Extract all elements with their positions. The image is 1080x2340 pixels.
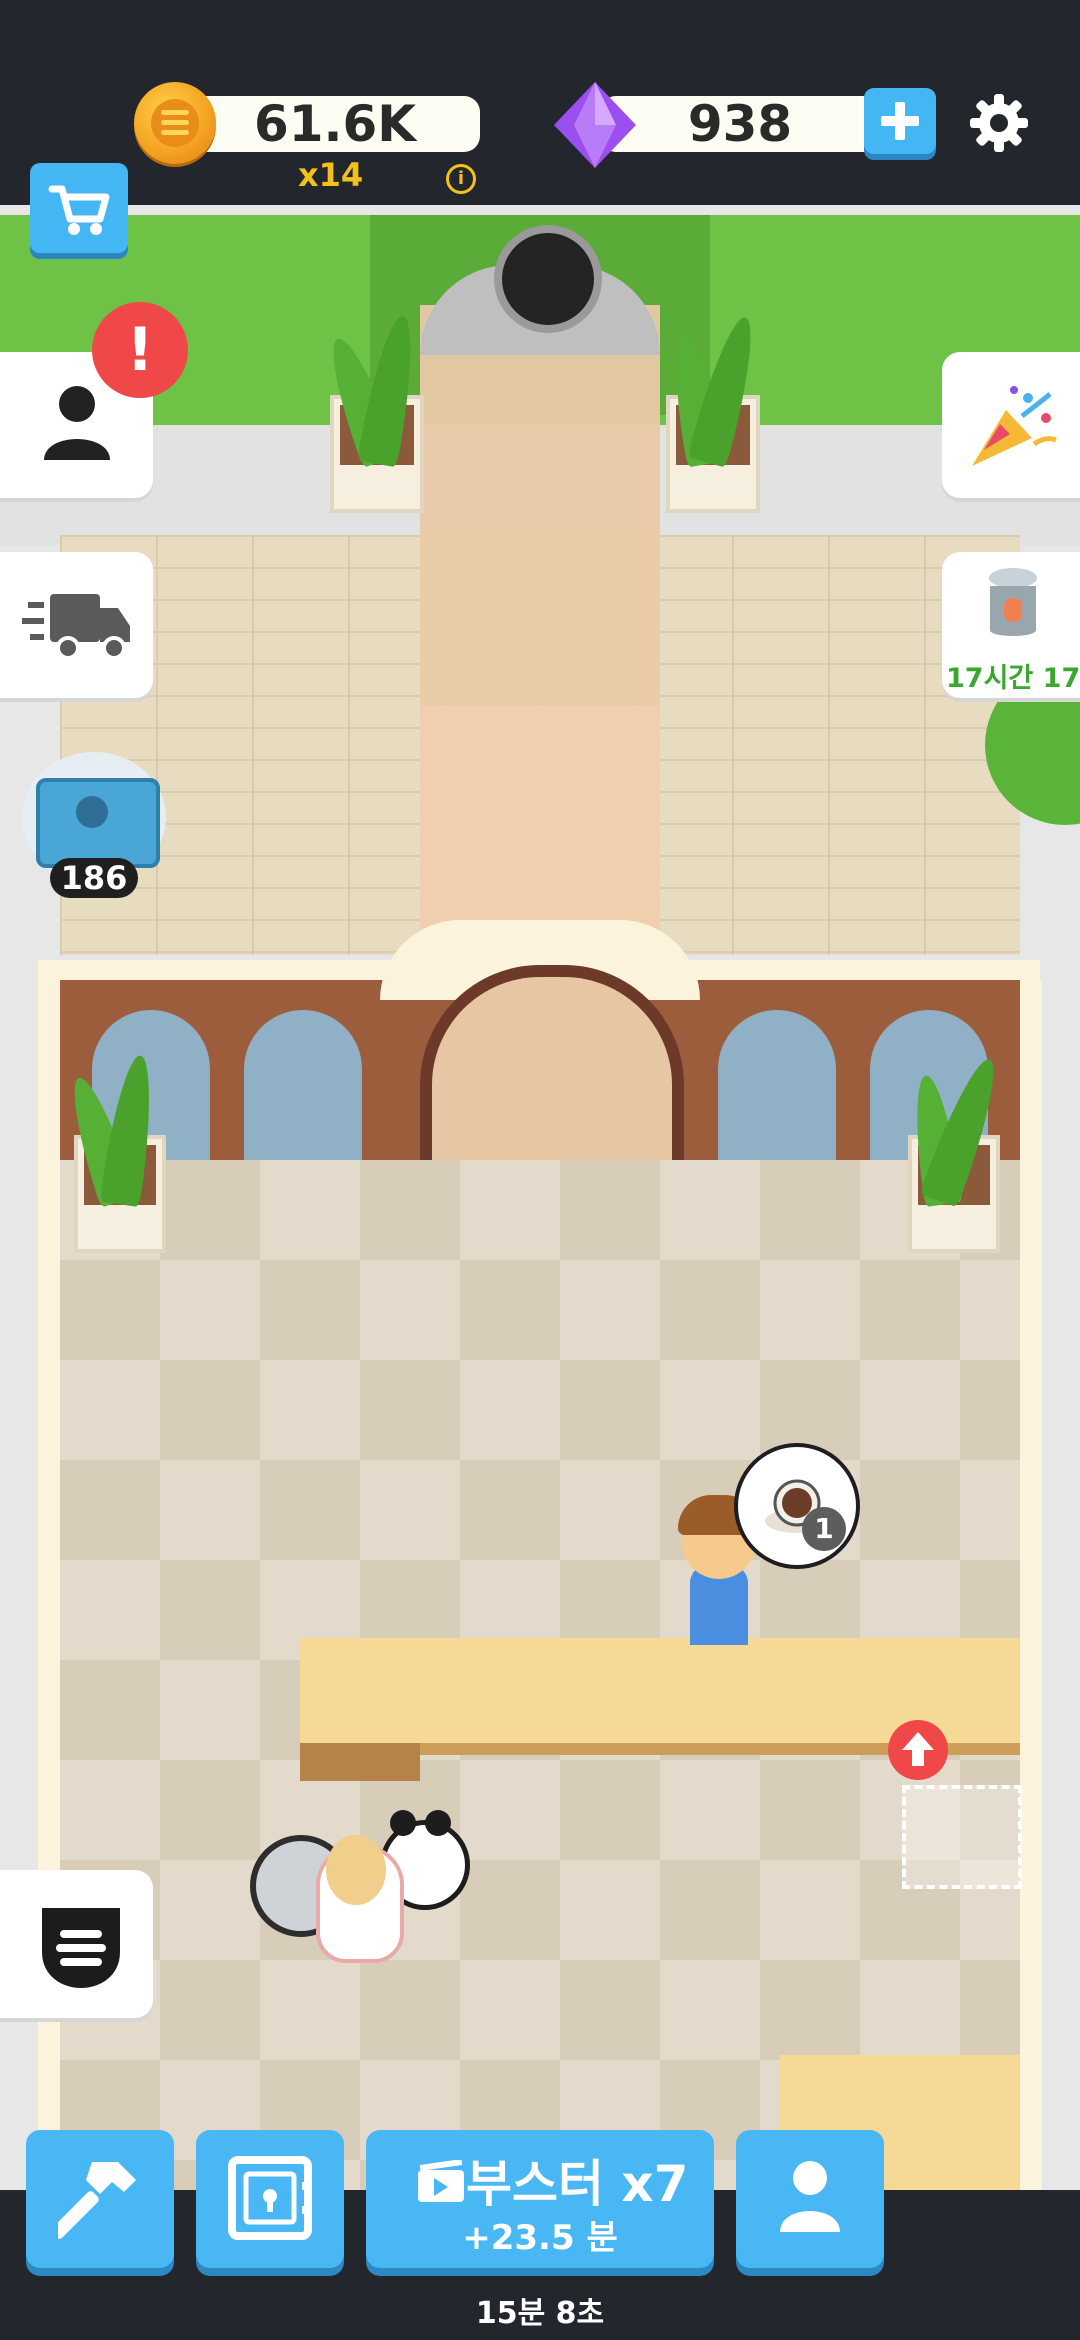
alert-badge[interactable]: ! <box>92 302 188 398</box>
window <box>244 1010 362 1160</box>
bonus-timer: 17시간 17분 <box>946 663 1080 694</box>
plus-icon <box>881 102 919 140</box>
gem-amount: 938 <box>687 95 793 153</box>
coin-amount: 61.6K <box>253 95 417 153</box>
order-count: 1 <box>802 1507 846 1551</box>
hammer-icon <box>58 2162 136 2239</box>
build-button[interactable] <box>26 2130 174 2268</box>
gem-counter[interactable]: 938 <box>600 96 880 152</box>
delivery-button[interactable] <box>0 552 153 698</box>
upgrade-slot[interactable] <box>902 1785 1022 1889</box>
event-button[interactable] <box>942 352 1080 498</box>
party-popper-icon <box>972 386 1057 466</box>
video-icon <box>418 2160 464 2202</box>
window <box>718 1010 836 1160</box>
top-bar: 61.6K x14 i 938 <box>0 0 1080 205</box>
toolbox-icon <box>36 778 160 868</box>
gem-icon <box>554 82 636 168</box>
cart-icon <box>48 185 110 235</box>
shop-button[interactable] <box>30 163 128 253</box>
booster-duration: +23.5 분 <box>462 2218 618 2258</box>
coin-counter[interactable]: 61.6K <box>190 96 480 152</box>
person-icon <box>780 2161 840 2232</box>
safe-icon <box>228 2156 312 2240</box>
chest-button[interactable]: 186 <box>22 752 166 898</box>
coin-multiplier: x14 <box>298 156 364 194</box>
staff-button[interactable] <box>736 2130 884 2268</box>
person-icon <box>44 386 110 460</box>
vault-button[interactable] <box>196 2130 344 2268</box>
booster-button[interactable]: 부스터 x7 +23.5 분 <box>366 2130 714 2268</box>
order-bubble[interactable]: 1 <box>734 1443 860 1569</box>
upgrade-arrow-icon[interactable] <box>888 1720 948 1780</box>
coin-stack-icon <box>42 1908 120 1988</box>
game-scene[interactable]: 1 <box>0 205 1080 2190</box>
coin-stack-button[interactable] <box>0 1870 153 2018</box>
bonus-timer-button[interactable]: 17시간 17분 <box>942 552 1080 698</box>
coin-icon <box>134 82 216 164</box>
lantern-icon <box>989 568 1037 636</box>
truck-icon <box>22 594 130 660</box>
settings-button[interactable] <box>966 90 1032 156</box>
chest-count: 186 <box>50 858 138 898</box>
entrance-hole <box>494 225 602 333</box>
exclamation-icon: ! <box>126 315 154 385</box>
booster-label: 부스터 x7 <box>466 2155 689 2213</box>
booster-timer: 15분 8초 <box>475 2296 605 2331</box>
info-icon[interactable]: i <box>446 164 476 194</box>
add-gems-button[interactable] <box>864 88 936 154</box>
